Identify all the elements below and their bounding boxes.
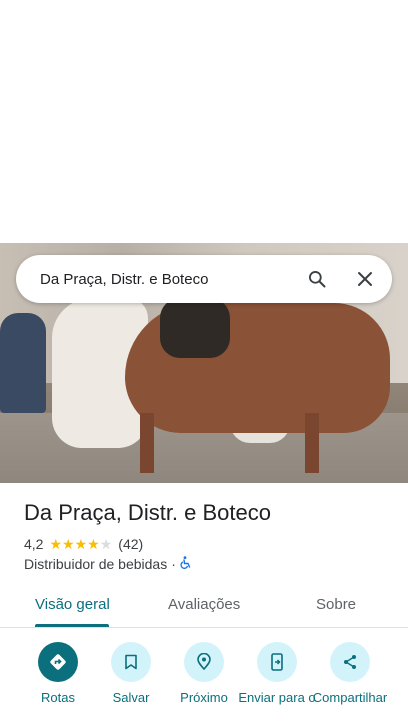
photo-person xyxy=(0,313,46,413)
photo-horse-leg xyxy=(305,413,319,473)
star-icon: ★ xyxy=(87,536,100,552)
send-to-phone-icon[interactable] xyxy=(257,642,297,682)
photo-horse-leg xyxy=(140,413,154,473)
close-icon[interactable] xyxy=(352,266,378,292)
nearby-label: Próximo xyxy=(180,690,228,705)
tab-bar: Visão geral Avaliações Sobre xyxy=(0,584,408,628)
tab-overview[interactable]: Visão geral xyxy=(35,596,110,613)
directions-button[interactable]: Rotas xyxy=(18,640,98,705)
star-icon: ★ xyxy=(62,536,75,552)
review-count[interactable]: (42) xyxy=(118,536,143,552)
separator: · xyxy=(171,556,176,572)
directions-icon[interactable] xyxy=(38,642,78,682)
share-icon[interactable] xyxy=(330,642,370,682)
star-icon: ★ xyxy=(99,536,113,552)
rating-value: 4,2 xyxy=(24,536,44,552)
send-to-phone-button[interactable]: Enviar para o xyxy=(237,640,317,705)
search-bar[interactable]: Da Praça, Distr. e Boteco xyxy=(16,255,392,303)
directions-label: Rotas xyxy=(41,690,75,705)
search-query[interactable]: Da Praça, Distr. e Boteco xyxy=(40,271,304,288)
send-to-phone-label: Enviar para o xyxy=(238,690,316,705)
rating-row[interactable]: 4,2 ★ ★ ★ ★ ★ (42) xyxy=(24,536,143,552)
share-button[interactable]: Compartilhar xyxy=(310,640,390,705)
rating-stars: ★ ★ ★ ★ ★ xyxy=(49,537,112,551)
save-label: Salvar xyxy=(112,690,150,705)
star-icon: ★ xyxy=(74,536,88,552)
save-button[interactable]: Salvar xyxy=(91,640,171,705)
nearby-icon[interactable] xyxy=(184,642,224,682)
tab-about[interactable]: Sobre xyxy=(316,596,356,613)
star-icon: ★ xyxy=(49,536,63,552)
tab-reviews[interactable]: Avaliações xyxy=(168,596,240,613)
action-bar: Rotas Salvar Próximo Enviar para o Compa… xyxy=(0,640,408,726)
map-area[interactable] xyxy=(0,0,408,243)
bookmark-icon[interactable] xyxy=(111,642,151,682)
place-title: Da Praça, Distr. e Boteco xyxy=(24,500,271,525)
category-label: Distribuidor de bebidas xyxy=(24,556,168,572)
active-tab-indicator xyxy=(35,624,109,627)
wheelchair-icon xyxy=(180,556,192,572)
category-row: Distribuidor de bebidas · xyxy=(24,556,192,572)
search-icon[interactable] xyxy=(304,266,330,292)
nearby-button[interactable]: Próximo xyxy=(164,640,244,705)
photo-rider xyxy=(160,298,230,358)
share-label: Compartilhar xyxy=(312,690,388,705)
